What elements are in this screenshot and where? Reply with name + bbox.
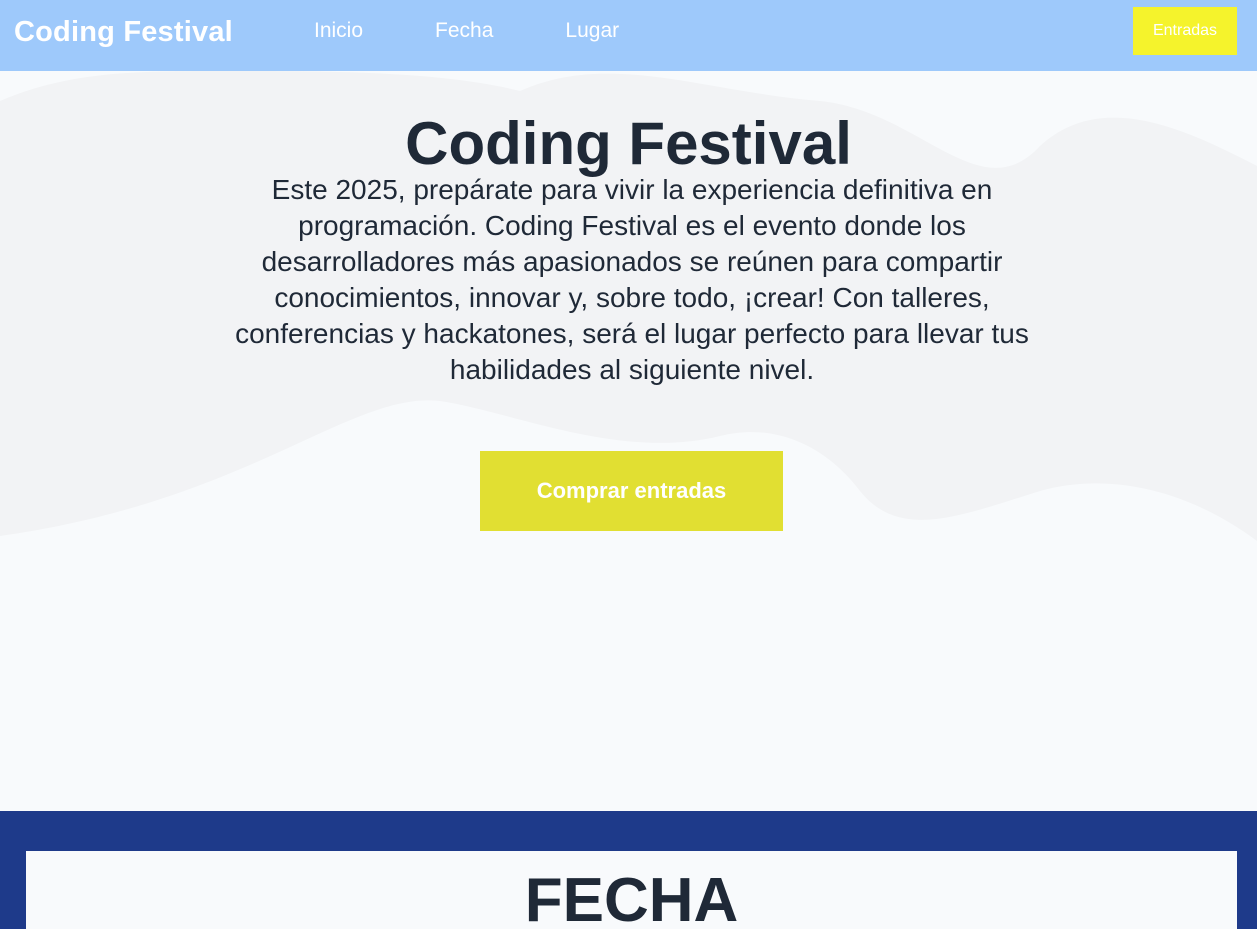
nav-inicio[interactable]: Inicio	[314, 17, 363, 45]
hero-title: Coding Festival	[405, 110, 852, 177]
date-section: FECHA	[0, 811, 1257, 929]
hero-section: Coding Festival Este 2025, prepárate par…	[0, 71, 1257, 811]
date-panel: FECHA	[26, 851, 1237, 929]
main-nav: Inicio Fecha Lugar	[314, 17, 619, 45]
hero-description: Este 2025, prepárate para vivir la exper…	[235, 174, 1029, 385]
entradas-button[interactable]: Entradas	[1133, 7, 1237, 55]
buy-tickets-button[interactable]: Comprar entradas	[480, 451, 783, 531]
nav-fecha[interactable]: Fecha	[435, 17, 493, 45]
site-brand[interactable]: Coding Festival	[14, 14, 233, 50]
nav-lugar[interactable]: Lugar	[565, 17, 619, 45]
date-title: FECHA	[524, 866, 739, 929]
top-navigation: Coding Festival Inicio Fecha Lugar Entra…	[0, 0, 1257, 71]
